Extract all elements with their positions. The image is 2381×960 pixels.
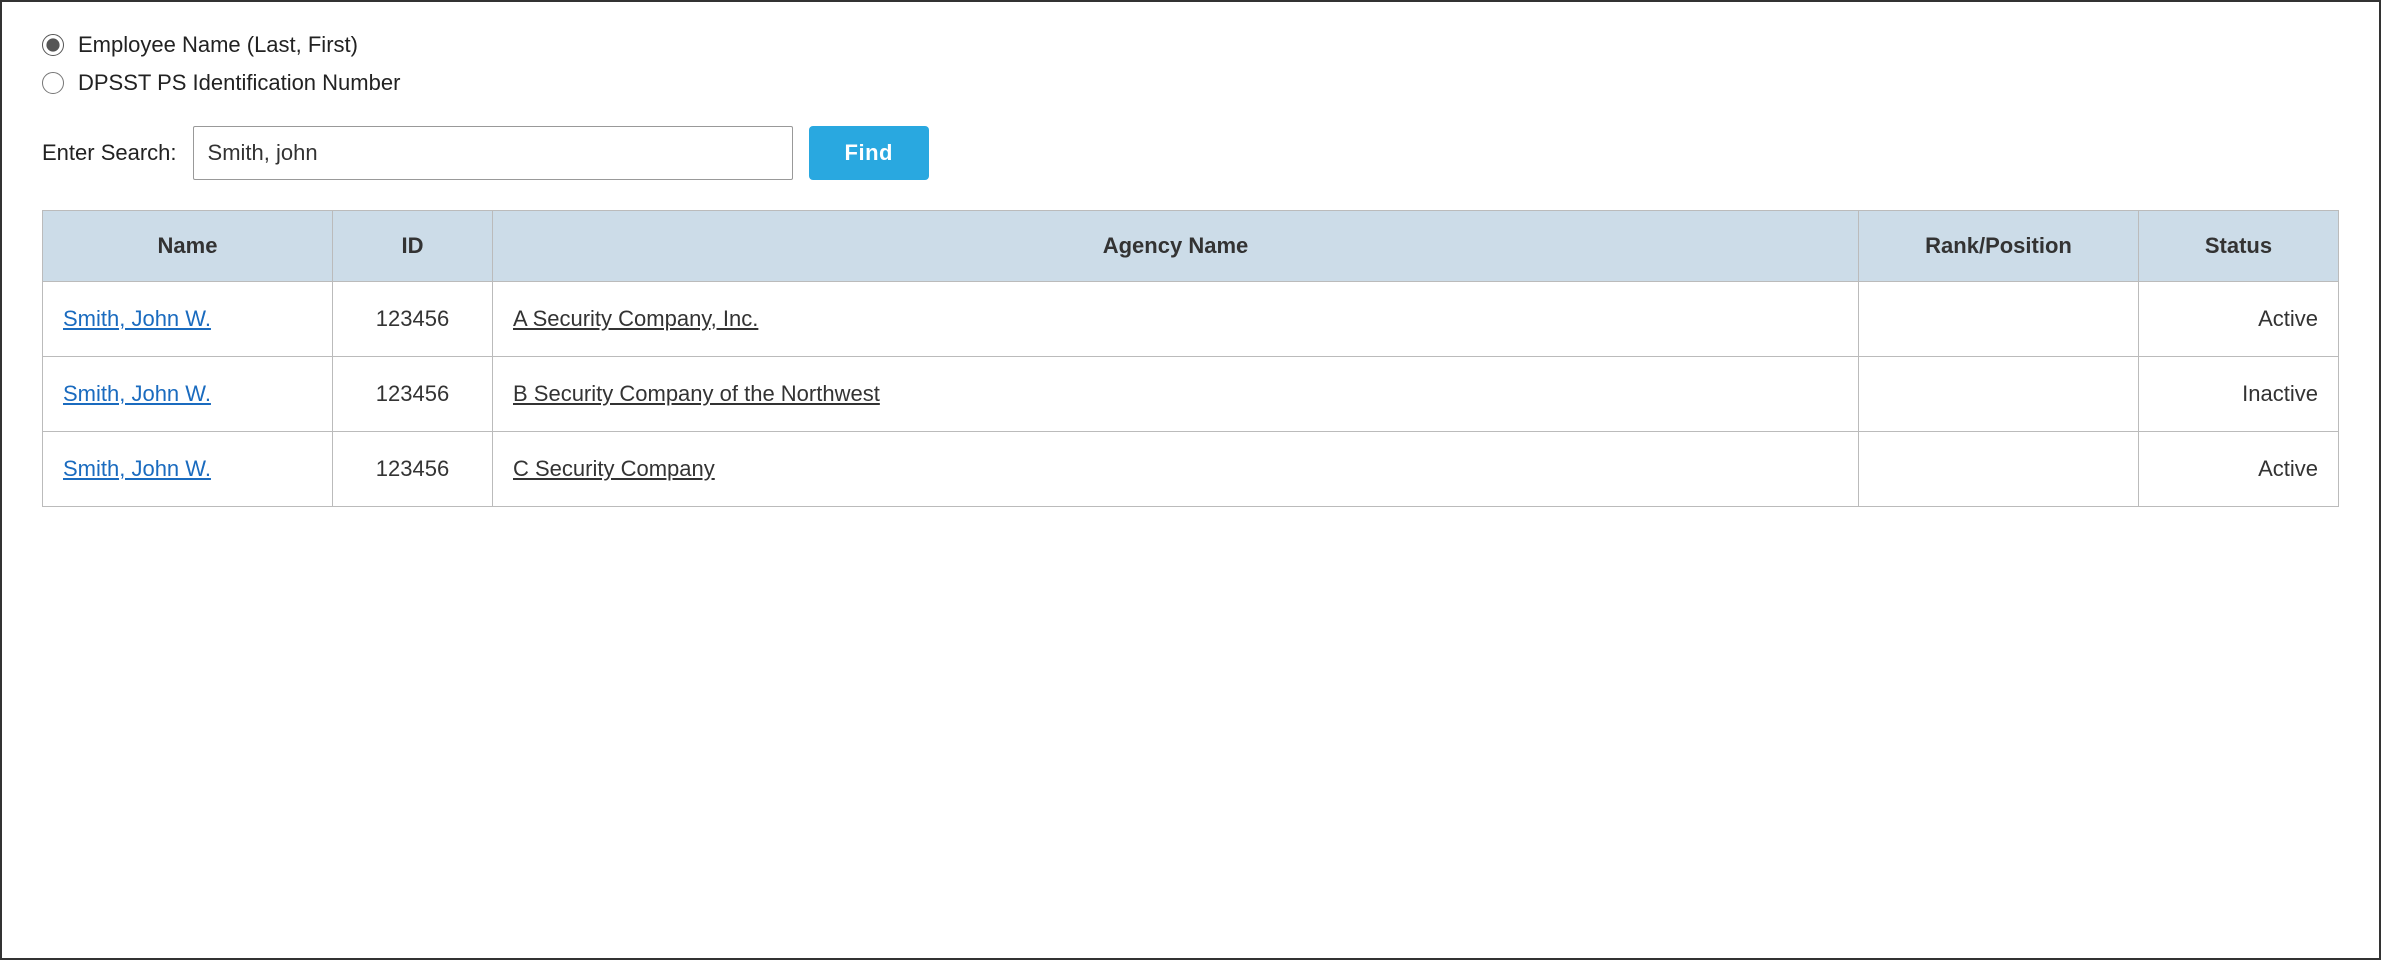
- table-header-row: Name ID Agency Name Rank/Position Status: [43, 211, 2339, 282]
- col-header-name: Name: [43, 211, 333, 282]
- col-header-agency: Agency Name: [493, 211, 1859, 282]
- radio-option-id[interactable]: DPSST PS Identification Number: [42, 70, 2339, 96]
- col-header-status: Status: [2139, 211, 2339, 282]
- search-label: Enter Search:: [42, 140, 177, 166]
- search-row: Enter Search: Find: [42, 126, 2339, 180]
- results-table: Name ID Agency Name Rank/Position Status…: [42, 210, 2339, 507]
- table-row: Smith, John W. 123456 C Security Company Ac…: [43, 432, 2339, 507]
- radio-name-label: Employee Name (Last, First): [78, 32, 358, 58]
- radio-name-input[interactable]: [42, 34, 64, 56]
- agency-cell: B Security Company of the Northwest: [493, 357, 1859, 432]
- rank-cell: [1859, 432, 2139, 507]
- status-cell: Inactive: [2139, 357, 2339, 432]
- radio-id-label: DPSST PS Identification Number: [78, 70, 400, 96]
- name-link[interactable]: Smith, John W.: [63, 381, 211, 406]
- search-type-group: Employee Name (Last, First) DPSST PS Ide…: [42, 32, 2339, 96]
- agency-cell: A Security Company, Inc.: [493, 282, 1859, 357]
- agency-link[interactable]: A Security Company, Inc.: [513, 306, 758, 331]
- status-cell: Active: [2139, 432, 2339, 507]
- rank-cell: [1859, 357, 2139, 432]
- status-cell: Active: [2139, 282, 2339, 357]
- col-header-id: ID: [333, 211, 493, 282]
- find-button[interactable]: Find: [809, 126, 929, 180]
- rank-cell: [1859, 282, 2139, 357]
- search-input[interactable]: [193, 126, 793, 180]
- table-row: Smith, John W. 123456 B Security Company o…: [43, 357, 2339, 432]
- agency-cell: C Security Company: [493, 432, 1859, 507]
- col-header-rank: Rank/Position: [1859, 211, 2139, 282]
- name-link[interactable]: Smith, John W.: [63, 306, 211, 331]
- name-cell: Smith, John W.: [43, 357, 333, 432]
- radio-id-input[interactable]: [42, 72, 64, 94]
- agency-link[interactable]: B Security Company of the Northwest: [513, 381, 880, 406]
- name-cell: Smith, John W.: [43, 282, 333, 357]
- name-link[interactable]: Smith, John W.: [63, 456, 211, 481]
- id-cell: 123456: [333, 357, 493, 432]
- radio-option-name[interactable]: Employee Name (Last, First): [42, 32, 2339, 58]
- name-cell: Smith, John W.: [43, 432, 333, 507]
- id-cell: 123456: [333, 282, 493, 357]
- table-row: Smith, John W. 123456 A Security Company, …: [43, 282, 2339, 357]
- id-cell: 123456: [333, 432, 493, 507]
- agency-link[interactable]: C Security Company: [513, 456, 715, 481]
